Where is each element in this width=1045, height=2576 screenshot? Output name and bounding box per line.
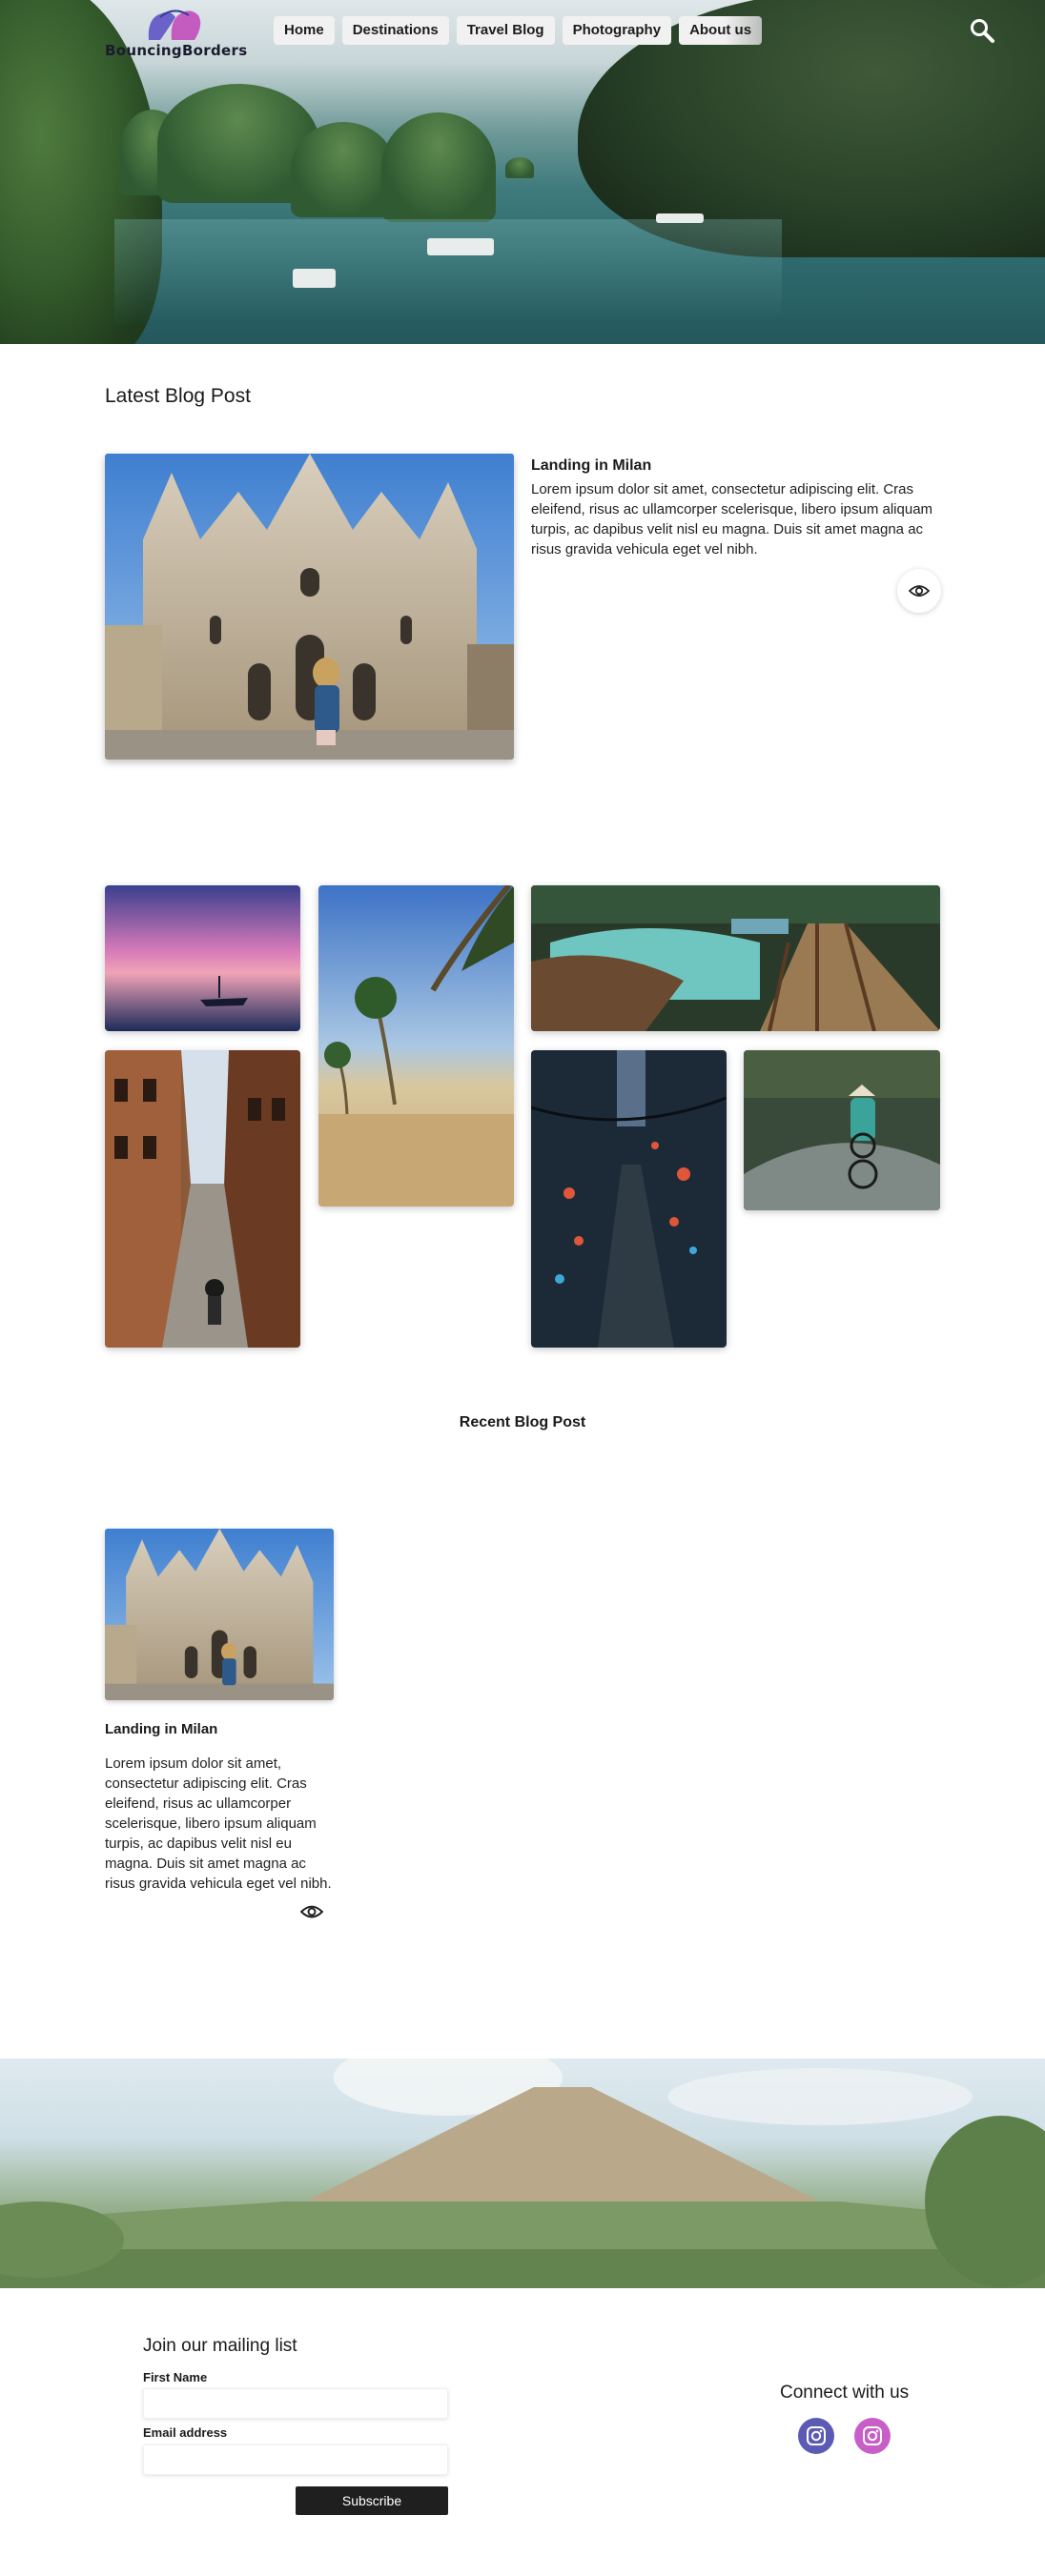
subscribe-button[interactable]: Subscribe — [296, 2486, 448, 2515]
hero-island — [291, 122, 396, 217]
email-label: Email address — [143, 2425, 228, 2440]
gallery-photo-cyclist[interactable] — [744, 1050, 940, 1210]
instagram-icon — [807, 2426, 826, 2445]
gallery-photo-old-town-street[interactable] — [105, 1050, 300, 1348]
gallery-photo-boardwalk[interactable] — [531, 885, 940, 1031]
footer-banner-image — [0, 2059, 1045, 2288]
main-nav: Home Destinations Travel Blog Photograph… — [274, 16, 763, 45]
nav-about-us[interactable]: About us — [679, 16, 763, 45]
featured-post-title[interactable]: Landing in Milan — [531, 457, 651, 475]
instagram-link[interactable] — [854, 2418, 891, 2454]
hero-island — [505, 157, 534, 178]
recent-post-heading: Recent Blog Post — [459, 1414, 586, 1430]
hero-island — [381, 112, 496, 222]
hero-boat — [293, 269, 336, 288]
featured-post-image[interactable] — [105, 454, 514, 760]
mailing-list-title: Join our mailing list — [143, 2336, 297, 2356]
nav-home[interactable]: Home — [274, 16, 335, 45]
first-name-label: First Name — [143, 2370, 208, 2384]
instagram-link[interactable] — [798, 2418, 834, 2454]
globe-icon — [148, 10, 201, 40]
nav-travel-blog[interactable]: Travel Blog — [456, 16, 555, 45]
first-name-field[interactable] — [143, 2388, 448, 2419]
eye-icon[interactable] — [300, 1903, 323, 1920]
connect-title: Connect with us — [780, 2383, 910, 2403]
nav-photography[interactable]: Photography — [562, 16, 672, 45]
hero-boat — [427, 238, 494, 255]
recent-post-excerpt: Lorem ipsum dolor sit amet, consectetur … — [105, 1755, 332, 1892]
brand-name: BouncingBorders — [105, 42, 248, 59]
hero-boat — [656, 213, 704, 223]
eye-icon — [909, 585, 930, 597]
view-post-button[interactable] — [897, 569, 941, 613]
instagram-icon — [863, 2426, 882, 2445]
hero-banner: BouncingBorders Home Destinations Travel… — [0, 0, 1045, 344]
featured-post-excerpt: Lorem ipsum dolor sit amet, consectetur … — [531, 481, 933, 558]
brand-logo[interactable]: BouncingBorders — [105, 8, 248, 60]
nav-destinations[interactable]: Destinations — [341, 16, 449, 45]
gallery-photo-palm-beach[interactable] — [318, 885, 514, 1207]
recent-post-title[interactable]: Landing in Milan — [105, 1721, 217, 1737]
gallery-photo-sunset-boat[interactable] — [105, 885, 300, 1031]
search-icon[interactable] — [969, 17, 995, 44]
email-field[interactable] — [143, 2444, 448, 2475]
gallery-photo-night-alley[interactable] — [531, 1050, 727, 1348]
hero-water — [114, 219, 782, 324]
latest-post-heading: Latest Blog Post — [105, 385, 251, 407]
recent-post-image[interactable] — [105, 1529, 334, 1700]
